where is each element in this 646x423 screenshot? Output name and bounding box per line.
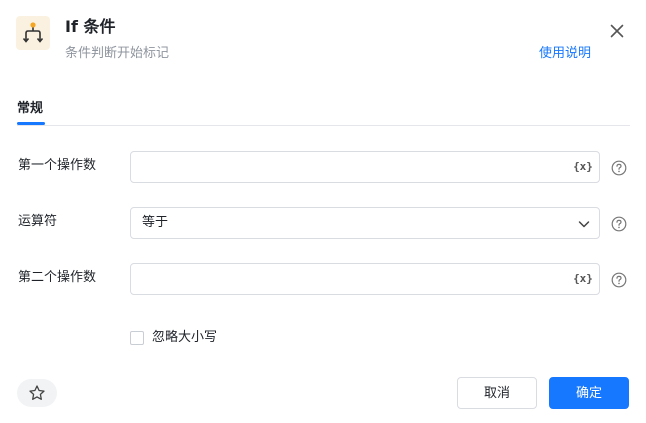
operator-label: 运算符 [18,214,58,229]
help-link[interactable]: 使用说明 [539,44,591,64]
dialog-title: If 条件 [65,17,116,36]
if-condition-dialog: If 条件 条件判断开始标记 使用说明 常规 第一个操作数 {x} 运算符 等于 [0,0,646,423]
first-operand-field[interactable]: {x} [130,151,600,183]
ignore-case-label: 忽略大小写 [152,330,218,345]
tab-general[interactable]: 常规 [17,99,43,119]
close-icon[interactable] [606,20,628,42]
second-operand-input[interactable] [141,264,561,294]
star-icon [29,385,45,400]
question-icon[interactable] [611,160,627,176]
variable-icon[interactable]: {x} [573,270,593,288]
dialog-subtitle: 条件判断开始标记 [65,46,170,61]
second-operand-field[interactable]: {x} [130,263,600,295]
second-operand-label: 第二个操作数 [18,270,97,285]
variable-icon[interactable]: {x} [573,158,593,176]
cancel-button[interactable]: 取消 [457,377,537,409]
tab-divider [17,125,630,126]
chevron-down-icon [577,216,591,230]
operator-select[interactable]: 等于 [130,207,600,239]
ignore-case-checkbox[interactable] [130,331,144,345]
first-operand-label: 第一个操作数 [18,158,97,173]
question-icon[interactable] [611,216,627,232]
first-operand-input[interactable] [141,152,561,182]
question-icon[interactable] [611,272,627,288]
ok-button[interactable]: 确定 [549,377,629,409]
operator-selected-value: 等于 [142,215,169,230]
branch-icon [16,16,50,50]
favorite-button[interactable] [17,379,57,407]
